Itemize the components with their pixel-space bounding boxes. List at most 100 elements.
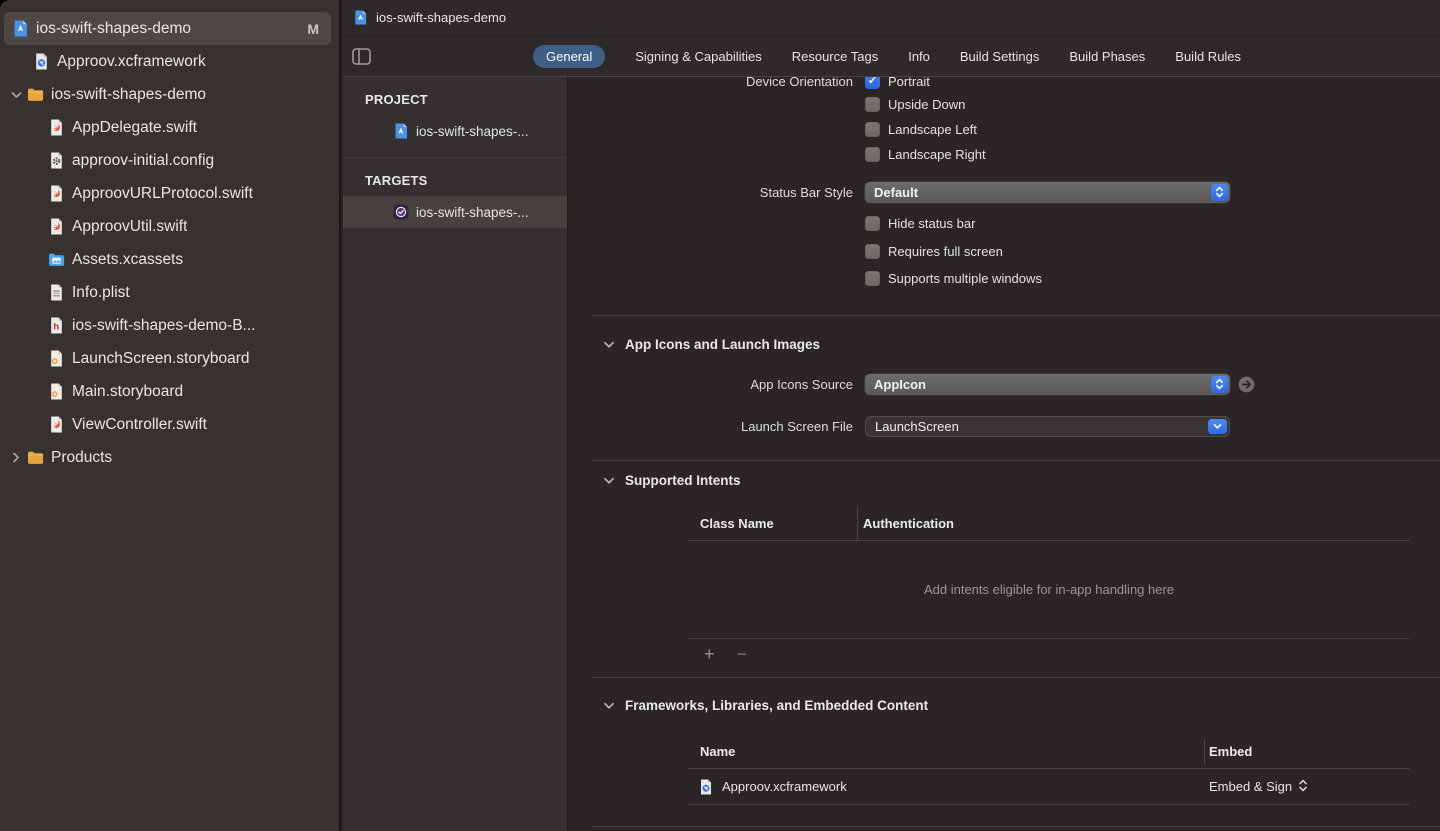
navigator-item-approov-util[interactable]: ApproovUtil.swift [0, 210, 339, 243]
frameworks-section-header: Frameworks, Libraries, and Embedded Cont… [603, 696, 928, 714]
hide-status-bar-checkbox[interactable] [865, 216, 880, 231]
updown-chevrons-icon [1211, 184, 1228, 201]
landscape-left-checkbox[interactable] [865, 122, 880, 137]
navigator-item-label: Assets.xcassets [72, 251, 183, 269]
landscape-right-label: Landscape Right [888, 147, 986, 162]
frameworks-table-header: Name Embed [688, 735, 1410, 769]
name-column-header: Name [688, 735, 735, 768]
device-orientation-row: Device Orientation ✓ Portrait [569, 77, 1440, 92]
swift-file-icon [48, 416, 65, 433]
tab-resource-tags[interactable]: Resource Tags [792, 45, 878, 68]
editor-title: ios-swift-shapes-demo [376, 10, 506, 25]
sidebar-toggle-icon[interactable] [351, 46, 371, 66]
navigator-item-label: approov-initial.config [72, 152, 214, 170]
navigator-item-launchscreen-storyboard[interactable]: LaunchScreen.storyboard [0, 342, 339, 375]
section-separator [592, 677, 1440, 678]
navigator-item-assets[interactable]: Assets.xcassets [0, 243, 339, 276]
app-icons-source-value: AppIcon [874, 377, 926, 392]
status-bar-style-popup[interactable]: Default [865, 182, 1230, 203]
hide-status-bar-label: Hide status bar [888, 216, 975, 231]
editor-tabbar: General Signing & Capabilities Resource … [343, 36, 1440, 77]
hide-status-bar-row: Hide status bar [569, 212, 1440, 234]
tab-info[interactable]: Info [908, 45, 930, 68]
file-navigator: ios-swift-shapes-demo M Approov.xcframew… [0, 0, 341, 831]
tab-general[interactable]: General [533, 45, 605, 68]
navigator-item-bridging-header[interactable]: h ios-swift-shapes-demo-B... [0, 309, 339, 342]
target-item[interactable]: ios-swift-shapes-... [343, 196, 567, 228]
column-separator[interactable] [1204, 739, 1205, 764]
navigator-item-label: Approov.xcframework [57, 53, 206, 71]
upside-down-checkbox[interactable] [865, 97, 880, 112]
frameworks-section-title: Frameworks, Libraries, and Embedded Cont… [625, 698, 928, 713]
navigator-item-info-plist[interactable]: Info.plist [0, 276, 339, 309]
folder-icon [27, 86, 44, 103]
xcode-window: ios-swift-shapes-demo M Approov.xcframew… [0, 0, 1440, 831]
tab-build-rules[interactable]: Build Rules [1175, 45, 1241, 68]
app-icons-source-popup[interactable]: AppIcon [865, 374, 1230, 395]
framework-name: Approov.xcframework [722, 779, 847, 794]
chevron-down-icon[interactable] [8, 91, 24, 99]
navigator-item-approov-urlprotocol[interactable]: ApproovURLProtocol.swift [0, 177, 339, 210]
tab-signing-capabilities[interactable]: Signing & Capabilities [635, 45, 761, 68]
chevron-down-icon[interactable] [603, 337, 615, 352]
config-file-icon [48, 152, 65, 169]
supported-intents-section-header: Supported Intents [603, 471, 741, 489]
tab-build-settings[interactable]: Build Settings [960, 45, 1040, 68]
xcframework-file-icon [33, 53, 50, 70]
navigator-item-xcframework[interactable]: Approov.xcframework [0, 45, 339, 78]
add-intent-button[interactable]: + [704, 645, 715, 663]
navigator-item-approov-config[interactable]: approov-initial.config [0, 144, 339, 177]
tab-build-phases[interactable]: Build Phases [1069, 45, 1145, 68]
framework-name-cell: Approov.xcframework [688, 779, 847, 795]
navigator-item-project-root[interactable]: ios-swift-shapes-demo M [4, 12, 331, 45]
xcframework-file-icon [698, 779, 714, 795]
swift-file-icon [48, 185, 65, 202]
chevron-right-icon[interactable] [8, 452, 24, 463]
goto-appicon-arrow-button[interactable] [1238, 376, 1255, 393]
app-icons-section-title: App Icons and Launch Images [625, 337, 820, 352]
navigator-item-products-folder[interactable]: Products [0, 441, 339, 474]
intents-empty-state: Add intents eligible for in-app handling… [688, 541, 1410, 639]
section-separator [592, 826, 1440, 827]
remove-intent-button[interactable]: − [737, 645, 748, 663]
app-icons-source-row: App Icons Source AppIcon [569, 373, 1440, 395]
navigator-item-label: ViewController.swift [72, 416, 207, 434]
intents-table-footer: + − [688, 639, 1410, 669]
embed-setting-popup[interactable]: Embed & Sign [1209, 779, 1308, 795]
framework-row[interactable]: Approov.xcframework Embed & Sign [688, 769, 1410, 805]
project-item[interactable]: ios-swift-shapes-... [343, 115, 567, 147]
upside-down-row: Upside Down [569, 93, 1440, 115]
swift-file-icon [48, 119, 65, 136]
project-section-heading: PROJECT [343, 77, 567, 115]
chevron-down-icon[interactable] [603, 473, 615, 488]
launch-screen-file-label: Launch Screen File [569, 419, 853, 434]
requires-full-screen-checkbox[interactable] [865, 244, 880, 259]
chevron-down-icon[interactable] [603, 698, 615, 713]
xcassets-icon [48, 251, 65, 268]
landscape-left-row: Landscape Left [569, 118, 1440, 140]
navigator-item-main-storyboard[interactable]: Main.storyboard [0, 375, 339, 408]
launch-screen-file-combobox[interactable]: LaunchScreen [865, 416, 1230, 437]
navigator-item-label: ApproovURLProtocol.swift [72, 185, 253, 203]
target-item-label: ios-swift-shapes-... [416, 205, 529, 220]
navigator-item-label: ApproovUtil.swift [72, 218, 187, 236]
requires-full-screen-row: Requires full screen [569, 240, 1440, 262]
launch-screen-file-value: LaunchScreen [875, 419, 959, 434]
embed-column-header: Embed [1209, 735, 1252, 768]
navigator-item-group-folder[interactable]: ios-swift-shapes-demo [0, 78, 339, 111]
app-icons-section-header: App Icons and Launch Images [603, 335, 820, 353]
app-icons-source-label: App Icons Source [569, 377, 853, 392]
launch-screen-file-row: Launch Screen File LaunchScreen [569, 415, 1440, 437]
upside-down-label: Upside Down [888, 97, 965, 112]
storyboard-file-icon [48, 350, 65, 367]
plist-file-icon [48, 284, 65, 301]
navigator-item-appdelegate[interactable]: AppDelegate.swift [0, 111, 339, 144]
supports-multiple-windows-checkbox[interactable] [865, 271, 880, 286]
section-separator [592, 315, 1440, 316]
portrait-checkbox[interactable]: ✓ [865, 77, 880, 89]
settings-tabs: General Signing & Capabilities Resource … [533, 45, 1241, 68]
project-target-selector: PROJECT ios-swift-shapes-... TARGETS ios… [343, 77, 568, 831]
landscape-right-checkbox[interactable] [865, 147, 880, 162]
navigator-item-viewcontroller[interactable]: ViewController.swift [0, 408, 339, 441]
class-name-column-header: Class Name [688, 506, 857, 540]
